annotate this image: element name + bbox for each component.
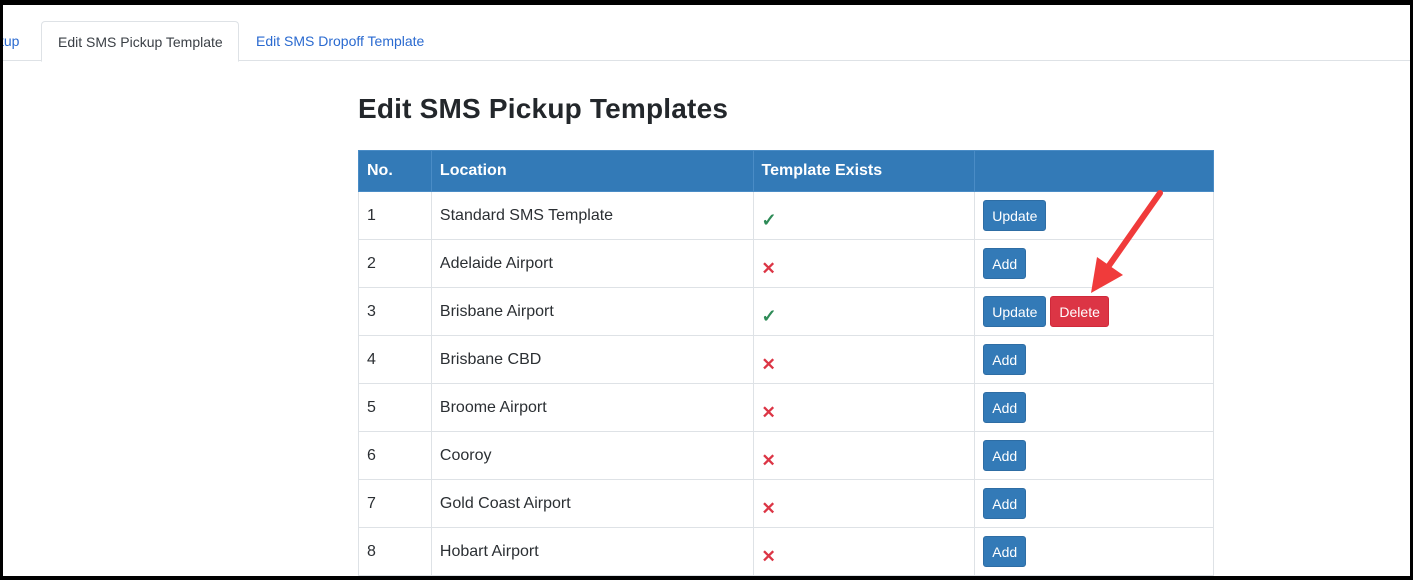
tab-bar: tup Edit SMS Pickup Template Edit SMS Dr…	[3, 5, 1410, 62]
table-row: 8 Hobart Airport ✕ Add	[358, 527, 1214, 576]
table-row: 7 Gold Coast Airport ✕ Add	[358, 479, 1214, 528]
row-number: 6	[358, 431, 432, 480]
cross-icon: ✕	[761, 450, 776, 470]
row-location: Gold Coast Airport	[430, 479, 754, 528]
cross-icon: ✕	[761, 402, 776, 422]
add-button[interactable]: Add	[983, 344, 1027, 375]
row-location: Broome Airport	[430, 383, 754, 432]
row-location: Adelaide Airport	[430, 239, 754, 288]
app-frame: tup Edit SMS Pickup Template Edit SMS Dr…	[3, 5, 1410, 576]
row-location: Cooroy	[430, 431, 754, 480]
header-template-exists: Template Exists	[752, 150, 976, 192]
row-location: Hobart Airport	[430, 527, 754, 576]
row-actions: Add	[974, 335, 1214, 384]
template-exists-cell: ✕	[752, 527, 976, 576]
table-row: 4 Brisbane CBD ✕ Add	[358, 335, 1214, 384]
template-exists-cell: ✕	[752, 431, 976, 480]
cross-icon: ✕	[761, 354, 776, 374]
row-number: 2	[358, 239, 432, 288]
row-location: Brisbane Airport	[430, 287, 754, 336]
check-icon: ✓	[761, 210, 777, 230]
add-button[interactable]: Add	[983, 440, 1027, 471]
table-row: 5 Broome Airport ✕ Add	[358, 383, 1214, 432]
row-number: 5	[358, 383, 432, 432]
row-location: Brisbane CBD	[430, 335, 754, 384]
template-exists-cell: ✓	[752, 191, 976, 240]
row-actions: Add	[974, 527, 1214, 576]
row-number: 7	[358, 479, 432, 528]
template-exists-cell: ✓	[752, 287, 976, 336]
cross-icon: ✕	[761, 258, 776, 278]
tab-edit-sms-dropoff[interactable]: Edit SMS Dropoff Template	[256, 21, 424, 62]
row-location: Standard SMS Template	[430, 191, 754, 240]
add-button[interactable]: Add	[983, 392, 1027, 423]
row-actions: Add	[974, 431, 1214, 480]
add-button[interactable]: Add	[983, 488, 1027, 519]
add-button[interactable]: Add	[983, 536, 1027, 567]
add-button[interactable]: Add	[983, 248, 1027, 279]
template-exists-cell: ✕	[752, 239, 976, 288]
row-number: 1	[358, 191, 432, 240]
header-no: No.	[358, 150, 432, 192]
cross-icon: ✕	[761, 546, 776, 566]
update-button[interactable]: Update	[983, 200, 1047, 231]
row-number: 8	[358, 527, 432, 576]
template-exists-cell: ✕	[752, 335, 976, 384]
delete-button[interactable]: Delete	[1050, 296, 1109, 327]
cross-icon: ✕	[761, 498, 776, 518]
template-exists-cell: ✕	[752, 479, 976, 528]
tab-edit-sms-pickup[interactable]: Edit SMS Pickup Template	[41, 21, 239, 62]
row-actions: Add	[974, 479, 1214, 528]
update-button[interactable]: Update	[983, 296, 1047, 327]
check-icon: ✓	[761, 306, 777, 326]
arrow-annotation	[1091, 190, 1163, 293]
template-exists-cell: ✕	[752, 383, 976, 432]
header-location: Location	[430, 150, 754, 192]
table-row: 6 Cooroy ✕ Add	[358, 431, 1214, 480]
page-title: Edit SMS Pickup Templates	[358, 93, 729, 124]
tab-setup-partial[interactable]: tup	[3, 21, 19, 62]
row-number: 3	[358, 287, 432, 336]
row-actions: Add	[974, 383, 1214, 432]
row-number: 4	[358, 335, 432, 384]
